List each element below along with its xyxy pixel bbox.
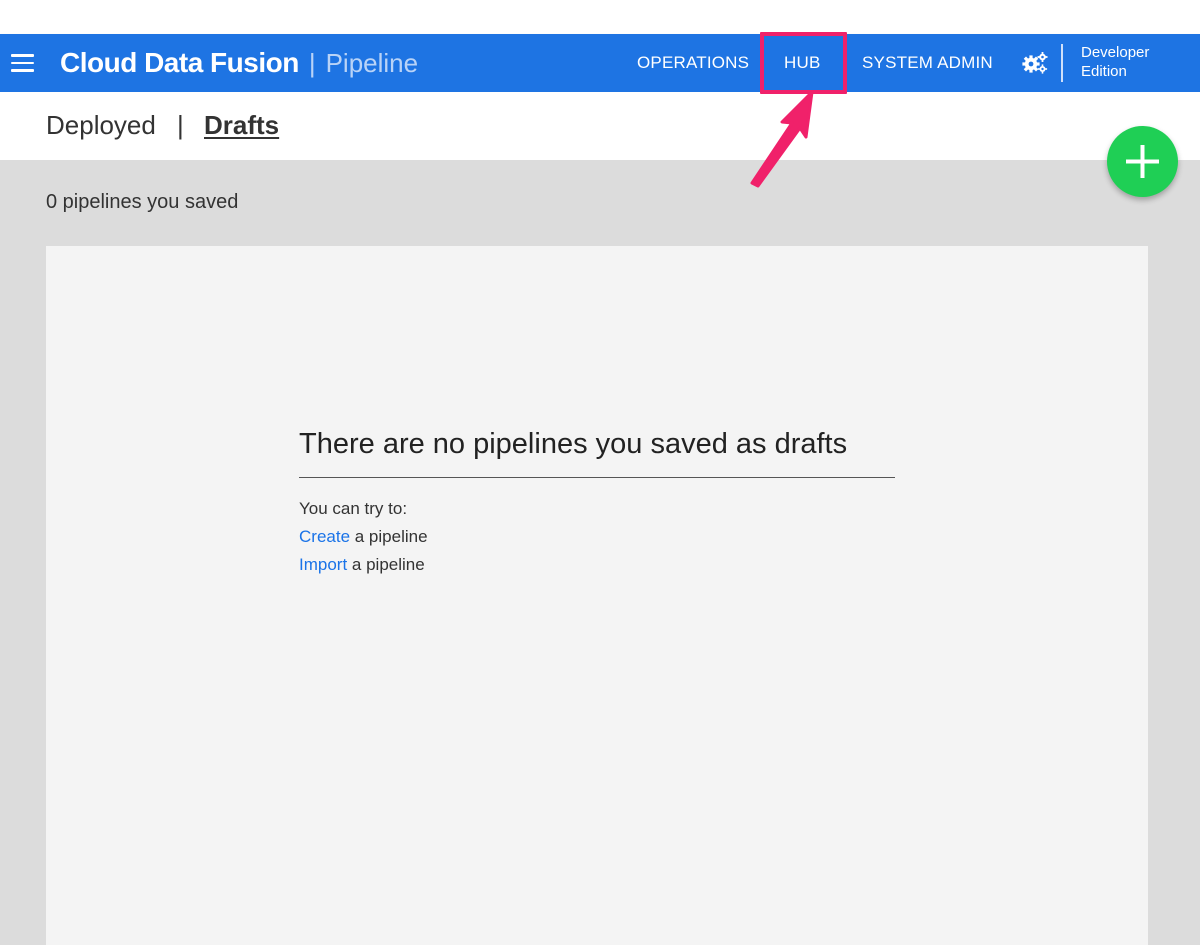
tab-drafts[interactable]: Drafts	[204, 110, 279, 141]
pipeline-count: 0 pipelines you saved	[46, 191, 239, 213]
plus-icon	[1126, 145, 1159, 178]
add-pipeline-button[interactable]	[1107, 126, 1178, 197]
empty-state-intro: You can try to:	[299, 499, 408, 518]
tab-separator: |	[177, 110, 184, 140]
nav-hub[interactable]: HUB	[784, 34, 821, 92]
hamburger-menu-icon[interactable]	[11, 54, 34, 72]
app-page: Cloud Data Fusion | Pipeline OPERATIONS …	[0, 0, 1200, 945]
create-pipeline-link[interactable]: Create	[299, 527, 350, 546]
brand-section[interactable]: Pipeline	[326, 48, 419, 79]
empty-state-panel: There are no pipelines you saved as draf…	[46, 246, 1148, 945]
import-pipeline-link[interactable]: Import	[299, 555, 347, 574]
header-divider	[1061, 44, 1063, 82]
brand: Cloud Data Fusion | Pipeline	[60, 34, 418, 92]
create-pipeline-line: Create a pipeline	[299, 527, 895, 547]
import-pipeline-line: Import a pipeline	[299, 555, 895, 575]
nav-operations[interactable]: OPERATIONS	[637, 34, 749, 92]
empty-state-title: There are no pipelines you saved as draf…	[299, 428, 895, 478]
nav-system-admin[interactable]: SYSTEM ADMIN	[862, 34, 993, 92]
import-pipeline-suffix: a pipeline	[347, 555, 425, 574]
tab-deployed[interactable]: Deployed	[46, 110, 156, 141]
edition-line-2: Edition	[1081, 63, 1127, 80]
edition-label: Developer Edition	[1081, 43, 1149, 81]
brand-separator: |	[308, 47, 316, 78]
edition-line-1: Developer	[1081, 44, 1150, 61]
gears-icon[interactable]	[1022, 51, 1048, 75]
pipeline-tabs-bar: Deployed | Drafts	[0, 92, 1200, 160]
create-pipeline-suffix: a pipeline	[350, 527, 428, 546]
empty-state: There are no pipelines you saved as draf…	[299, 428, 895, 575]
brand-name[interactable]: Cloud Data Fusion	[60, 47, 299, 79]
top-navigation-bar: Cloud Data Fusion | Pipeline OPERATIONS …	[0, 34, 1200, 92]
